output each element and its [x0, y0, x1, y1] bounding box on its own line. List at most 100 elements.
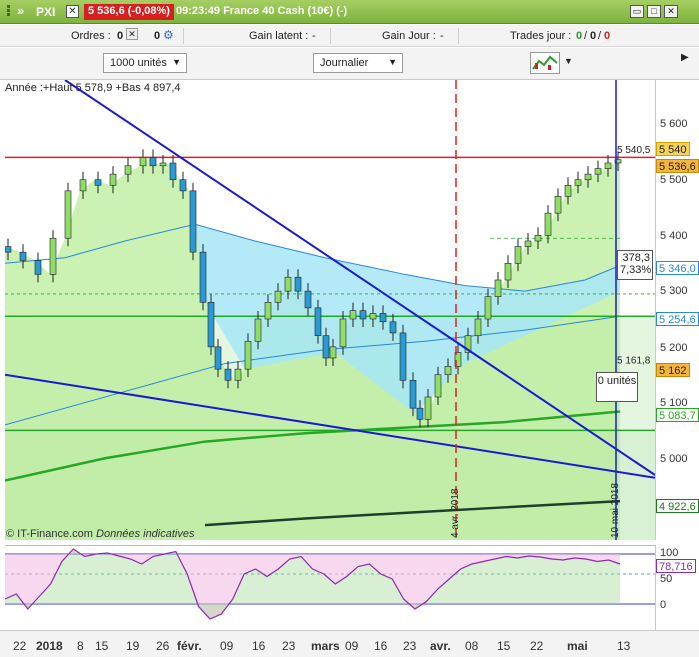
units-select[interactable]: 1000 unités ▼ [103, 53, 187, 73]
window-titlebar: » PXI ✕ 5 536,6 (-0,08%) 09:23:49 France… [0, 0, 699, 24]
ordres-label: Ordres : [71, 30, 111, 42]
vline-label-2: 10 mai 2018 [610, 483, 621, 538]
candle-body [514, 246, 522, 264]
candle-body [349, 310, 357, 320]
date-tick: 16 [374, 639, 388, 653]
candle-body [504, 262, 512, 281]
date-tick: 22 [13, 639, 27, 653]
candle-body [284, 276, 292, 292]
maximize-icon[interactable]: □ [647, 5, 661, 18]
candle-body [34, 260, 42, 275]
gear-icon[interactable]: ⚙ [163, 28, 174, 42]
oscillator-axis: 100 50 0 78,716 [655, 545, 699, 630]
date-tick: 16 [252, 639, 266, 653]
date-tick: mars [311, 639, 340, 653]
candle-body [574, 179, 582, 186]
candle-body [254, 318, 262, 342]
trades-value-won: 0 [576, 30, 583, 42]
osc-level: 50 [660, 573, 673, 585]
candle-body [604, 162, 612, 169]
candle-body [424, 396, 432, 420]
candle-body [124, 165, 132, 175]
trades-value-neutral: 0 [590, 30, 597, 42]
ordres-value-2: 0 [154, 30, 161, 42]
candle-body [179, 179, 187, 192]
chart-indicator-icon [532, 55, 558, 70]
measure-value: 378,3 [622, 252, 650, 264]
candle-body [139, 157, 147, 167]
date-tick: 09 [220, 639, 234, 653]
date-tick: 19 [126, 639, 140, 653]
price-tick: 5 300 [660, 285, 688, 297]
candle-body [329, 346, 337, 359]
candle-body [379, 313, 387, 323]
candle-body [159, 162, 167, 167]
chevron-down-icon: ▼ [172, 57, 181, 67]
osc-level: 0 [660, 599, 667, 611]
candle-body [264, 301, 272, 320]
candle-body [189, 190, 197, 253]
date-tick: avr. [430, 639, 451, 653]
candle-body [359, 310, 367, 320]
candle-body [234, 368, 242, 381]
candle-body [294, 276, 302, 292]
candle-body [369, 313, 377, 320]
measure-box[interactable]: 378,3 7,33% [617, 250, 653, 280]
candle-body [224, 368, 232, 381]
ordres-value: 0 [117, 30, 124, 42]
date-tick: févr. [177, 639, 202, 653]
candle-body [304, 290, 312, 309]
date-tick: 23 [282, 639, 296, 653]
candle-body [434, 374, 442, 398]
candle-body [274, 290, 282, 303]
candle-body [214, 346, 222, 370]
price-tick: 5 400 [660, 230, 688, 242]
oscillator-panel[interactable] [4, 545, 655, 630]
price-axis[interactable]: 5 600 5 500 5 400 5 300 5 200 5 100 5 00… [655, 80, 699, 540]
candle-body [534, 235, 542, 242]
candle-body [524, 240, 532, 247]
symbol-label: PXI [36, 5, 56, 19]
date-tick: 8 [77, 639, 84, 653]
price-change-badge: 5 536,6 (-0,08%) [84, 4, 174, 20]
resistance-tag: 5 540 [656, 142, 690, 156]
candle-body [19, 251, 27, 261]
date-tick: 23 [403, 639, 417, 653]
candle-body [109, 173, 117, 186]
date-tick: 15 [95, 639, 109, 653]
period-select-value: Journalier [320, 57, 369, 69]
drag-handle-icon[interactable] [3, 4, 15, 20]
year-high-low-header: Année :+Haut 5 578,9 +Bas 4 897,4 [5, 82, 181, 94]
ma-long-tag: 5 083,7 [656, 408, 699, 422]
candle-body [64, 190, 72, 239]
date-tick: 15 [497, 639, 511, 653]
chart-indicators-button[interactable] [530, 52, 560, 74]
candle-body [149, 157, 157, 167]
period-select[interactable]: Journalier ▼ [313, 53, 403, 73]
units-box[interactable]: 0 unités [596, 372, 638, 402]
date-tick: 22 [530, 639, 544, 653]
candle-body [322, 335, 330, 359]
candle-body [207, 301, 215, 348]
chevron-down-icon[interactable]: ▼ [564, 56, 573, 66]
price-chart[interactable]: 4 avr. 2018 10 mai 2018 5 540,5 5 161,8 [5, 80, 655, 540]
chart-toolbar: 1000 unités ▼ Journalier ▼ ▼ [0, 48, 699, 80]
candle-body [79, 179, 87, 192]
close-symbol-icon[interactable]: ✕ [66, 5, 79, 18]
price-tick: 5 600 [660, 118, 688, 130]
candle-body [49, 237, 57, 275]
close-window-icon[interactable]: ✕ [664, 5, 678, 18]
cancel-orders-icon[interactable]: ✕ [126, 28, 138, 40]
date-tick: 09 [345, 639, 359, 653]
candle-body [594, 168, 602, 175]
restore-icon[interactable]: ▭ [630, 5, 644, 18]
gain-latent-label: Gain latent : [249, 30, 309, 42]
expand-icon[interactable]: ▶ [681, 52, 689, 63]
oscillator-value-tag: 78,716 [656, 559, 696, 573]
vline-label-1: 4 avr. 2018 [450, 488, 461, 538]
candle-body [409, 379, 417, 409]
date-axis[interactable]: 22 2018 8 15 19 26 févr. 09 16 23 mars 0… [0, 630, 699, 657]
candle-body [564, 184, 572, 197]
chevron-double-icon[interactable]: » [17, 3, 24, 18]
credit-note: Données indicatives [96, 528, 195, 540]
